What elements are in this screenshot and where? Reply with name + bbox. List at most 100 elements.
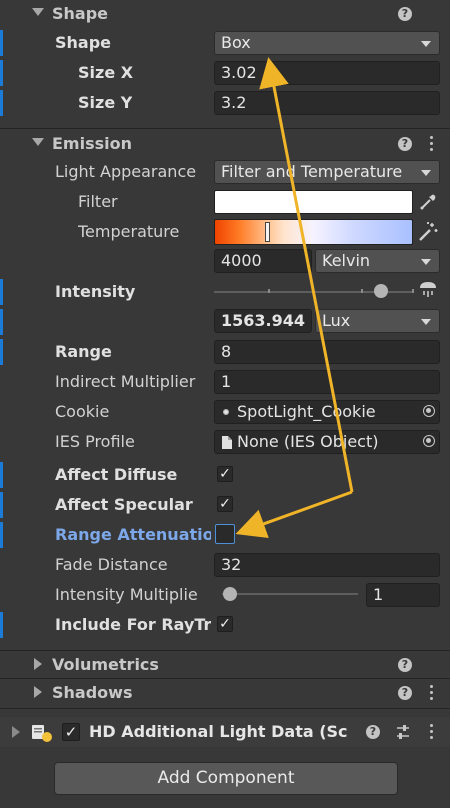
chevron-down-icon	[421, 259, 431, 265]
component-enabled-checkbox[interactable]: ✓	[62, 723, 80, 741]
intensity-multiplier-slider-thumb[interactable]	[223, 587, 237, 601]
filter-label: Filter	[78, 192, 118, 211]
shape-section-title: Shape	[52, 4, 109, 23]
eyedropper-icon[interactable]	[418, 192, 438, 212]
range-label: Range	[55, 342, 112, 361]
object-picker-icon[interactable]	[423, 435, 435, 447]
temperature-value-field[interactable]: 4000	[214, 249, 312, 273]
fade-distance-label: Fade Distance	[55, 555, 168, 574]
volumetrics-section-title: Volumetrics	[52, 655, 159, 674]
range-attenuation-label: Range Attenuatio	[55, 525, 211, 544]
range-field[interactable]: 8	[214, 340, 440, 364]
wand-icon[interactable]	[416, 220, 440, 244]
filter-color-field[interactable]	[214, 190, 413, 214]
emission-section-header[interactable]: Emission ?	[0, 130, 450, 158]
cookie-object-field[interactable]: SpotLight_Cookie	[214, 400, 440, 424]
fade-distance-field[interactable]: 32	[214, 553, 440, 577]
intensity-label: Intensity	[55, 282, 136, 301]
component-script-icon	[32, 725, 52, 742]
override-indicator	[0, 60, 3, 86]
annotation-arrow-to-range-attenuation	[235, 490, 353, 538]
intensity-multiplier-field[interactable]: 1	[366, 583, 440, 607]
ies-profile-label: IES Profile	[55, 432, 135, 451]
size-y-label: Size Y	[78, 93, 133, 112]
foldout-collapsed-icon[interactable]	[34, 658, 42, 670]
help-icon[interactable]: ?	[398, 686, 412, 700]
file-icon	[222, 436, 232, 449]
shadows-section-header[interactable]: Shadows ?	[0, 679, 450, 707]
intensity-value-field[interactable]: 1563.944	[214, 309, 312, 333]
affect-specular-checkbox[interactable]: ✓	[217, 496, 233, 512]
intensity-slider-thumb[interactable]	[374, 284, 388, 298]
slider-tick	[361, 289, 363, 293]
add-component-button[interactable]: Add Component	[54, 762, 398, 795]
kebab-menu-icon[interactable]	[430, 136, 434, 154]
temperature-gradient-slider[interactable]	[214, 219, 413, 245]
cookie-label: Cookie	[55, 402, 110, 421]
section-divider	[0, 128, 450, 129]
slider-tick	[412, 289, 414, 293]
override-indicator	[0, 522, 3, 548]
affect-specular-label: Affect Specular	[55, 495, 193, 514]
help-icon[interactable]: ?	[398, 658, 412, 672]
override-indicator	[0, 339, 3, 365]
kebab-menu-icon[interactable]	[430, 724, 434, 742]
temperature-label: Temperature	[78, 222, 180, 241]
cookie-value: SpotLight_Cookie	[237, 402, 376, 421]
include-raytracing-checkbox[interactable]: ✓	[217, 616, 233, 632]
temperature-unit-dropdown[interactable]: Kelvin	[315, 249, 440, 273]
intensity-multiplier-slider-track[interactable]	[222, 593, 358, 595]
chevron-down-icon	[421, 41, 431, 47]
light-bulb-icon[interactable]	[418, 280, 438, 302]
range-attenuation-checkbox[interactable]	[215, 524, 235, 544]
chevron-down-icon	[421, 319, 431, 325]
settings-sliders-icon[interactable]	[394, 723, 412, 741]
component-header[interactable]: ✓ HD Additional Light Data (Sc ?	[0, 717, 450, 747]
intensity-unit-value: Lux	[322, 311, 351, 330]
shape-dropdown-value: Box	[221, 33, 251, 52]
affect-diffuse-label: Affect Diffuse	[55, 465, 178, 484]
override-indicator	[0, 90, 3, 116]
temperature-unit-value: Kelvin	[322, 251, 371, 270]
intensity-unit-dropdown[interactable]: Lux	[315, 309, 440, 333]
temperature-slider-handle[interactable]	[265, 222, 270, 242]
shape-section-header[interactable]: Shape ?	[0, 0, 450, 28]
object-picker-icon[interactable]	[423, 405, 435, 417]
override-indicator	[0, 462, 3, 488]
foldout-collapsed-icon[interactable]	[34, 686, 42, 698]
shape-dropdown[interactable]: Box	[214, 31, 440, 55]
foldout-expanded-icon[interactable]	[32, 138, 44, 146]
indirect-multiplier-field[interactable]: 1	[214, 370, 440, 394]
override-indicator	[0, 30, 3, 56]
include-raytracing-label: Include For RayTr	[55, 615, 211, 634]
foldout-collapsed-icon[interactable]	[12, 726, 20, 738]
ies-profile-object-field[interactable]: None (IES Object)	[214, 430, 440, 454]
light-appearance-value: Filter and Temperature	[221, 162, 403, 181]
shape-label: Shape	[55, 33, 112, 52]
help-icon[interactable]: ?	[398, 137, 412, 151]
light-appearance-dropdown[interactable]: Filter and Temperature	[214, 160, 440, 184]
help-icon[interactable]: ?	[398, 7, 412, 21]
section-divider	[0, 708, 450, 709]
texture-icon	[223, 409, 229, 415]
indirect-multiplier-label: Indirect Multiplier	[55, 372, 196, 391]
slider-tick	[268, 289, 270, 293]
size-y-field[interactable]: 3.2	[214, 91, 440, 115]
intensity-multiplier-label: Intensity Multiplie	[55, 585, 198, 604]
light-appearance-label: Light Appearance	[55, 162, 197, 181]
override-indicator	[0, 492, 3, 518]
kebab-menu-icon[interactable]	[430, 685, 434, 703]
size-x-label: Size X	[78, 63, 134, 82]
shadows-section-title: Shadows	[52, 683, 133, 702]
affect-diffuse-checkbox[interactable]: ✓	[217, 466, 233, 482]
ies-profile-value: None (IES Object)	[237, 432, 379, 451]
override-indicator	[0, 279, 3, 305]
size-x-field[interactable]: 3.02	[214, 61, 440, 85]
help-icon[interactable]: ?	[366, 725, 380, 739]
override-indicator	[0, 309, 3, 335]
component-title: HD Additional Light Data (Sc	[89, 722, 348, 741]
volumetrics-section-header[interactable]: Volumetrics ?	[0, 651, 450, 679]
foldout-expanded-icon[interactable]	[32, 8, 44, 16]
emission-section-title: Emission	[52, 134, 132, 153]
chevron-down-icon	[421, 170, 431, 176]
